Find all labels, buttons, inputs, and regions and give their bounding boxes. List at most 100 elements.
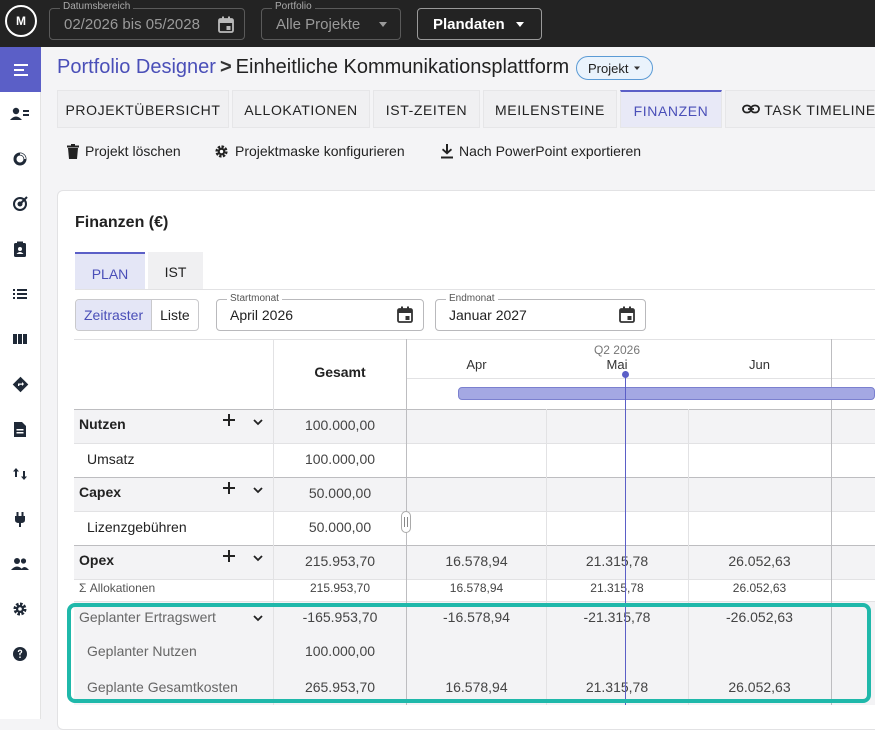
sidebar bbox=[0, 47, 41, 719]
header-total: Gesamt bbox=[314, 364, 366, 380]
tab-allokationen[interactable]: ALLOKATIONEN bbox=[232, 90, 370, 128]
view-zeitraster-button[interactable]: Zeitraster bbox=[76, 300, 153, 330]
tab-finanzen[interactable]: FINANZEN bbox=[620, 90, 722, 128]
plan-data-button[interactable]: Plandaten bbox=[417, 8, 542, 40]
cell-opex-mai[interactable]: 21.315,78 bbox=[546, 553, 688, 569]
calendar-icon bbox=[619, 306, 635, 326]
add-icon[interactable] bbox=[222, 481, 236, 498]
row-total-umsatz: 100.000,00 bbox=[304, 451, 376, 467]
subtab-ist[interactable]: IST bbox=[148, 252, 203, 290]
timeline-bar[interactable] bbox=[458, 387, 875, 400]
chevron-down-icon[interactable] bbox=[252, 415, 264, 431]
project-type-badge[interactable]: Projekt bbox=[576, 56, 654, 80]
sidebar-item-menu[interactable] bbox=[0, 47, 41, 92]
sidebar-item-team[interactable] bbox=[10, 554, 30, 574]
tab-task-timeline[interactable]: TASK TIMELINE bbox=[725, 90, 875, 128]
user-list-icon bbox=[10, 107, 29, 120]
row-label-capex: Capex bbox=[79, 484, 122, 500]
row-total-capex: 50.000,00 bbox=[308, 485, 372, 501]
columns-icon bbox=[13, 334, 27, 344]
chevron-down-icon[interactable] bbox=[252, 483, 264, 499]
sidebar-item-documents[interactable] bbox=[10, 419, 30, 439]
sidebar-item-roadmap[interactable] bbox=[10, 374, 30, 394]
row-total-opex: 215.953,70 bbox=[304, 553, 376, 569]
tab-task-timeline-label: TASK TIMELINE bbox=[764, 102, 875, 118]
portfolio-label: Portfolio bbox=[272, 1, 315, 13]
subtab-plan[interactable]: PLAN bbox=[75, 252, 145, 290]
portfolio-select[interactable]: Portfolio Alle Projekte bbox=[261, 1, 401, 40]
grid-line bbox=[74, 443, 875, 444]
caret-down-icon bbox=[632, 61, 642, 76]
plug-icon bbox=[15, 511, 25, 527]
configure-mask-button[interactable]: Projektmaske konfigurieren bbox=[214, 143, 405, 159]
calendar-icon bbox=[218, 16, 234, 37]
row-label-allokationen: Σ Allokationen bbox=[79, 581, 156, 595]
sidebar-item-integrations[interactable] bbox=[10, 509, 30, 529]
end-month-label: Endmonat bbox=[446, 293, 498, 305]
delete-project-button[interactable]: Projekt löschen bbox=[67, 143, 181, 159]
highlight-frame bbox=[67, 603, 871, 703]
row-label-lizenzgebuehren: Lizenzgebühren bbox=[87, 519, 187, 535]
subtab-divider bbox=[75, 289, 875, 290]
cell-allokationen-mai: 21.315,78 bbox=[590, 581, 644, 595]
gear-icon bbox=[215, 144, 228, 158]
cell-opex-apr[interactable]: 16.578,94 bbox=[407, 553, 546, 569]
cell-opex-jun[interactable]: 26.052,63 bbox=[688, 553, 831, 569]
gear-icon bbox=[13, 602, 27, 616]
end-month-value: Januar 2027 bbox=[449, 307, 527, 323]
sidebar-item-goals[interactable] bbox=[10, 194, 30, 214]
row-total-allokationen: 215.953,70 bbox=[309, 581, 371, 595]
export-powerpoint-button[interactable]: Nach PowerPoint exportieren bbox=[441, 143, 641, 159]
start-month-label: Startmonat bbox=[227, 293, 282, 305]
plan-data-label: Plandaten bbox=[433, 16, 505, 33]
end-month-field[interactable]: Endmonat Januar 2027 bbox=[435, 293, 646, 331]
app-logo[interactable]: M bbox=[5, 5, 37, 37]
export-powerpoint-label: Nach PowerPoint exportieren bbox=[459, 143, 642, 159]
add-icon[interactable] bbox=[222, 413, 236, 430]
project-type-label: Projekt bbox=[588, 61, 629, 76]
chevron-down-icon[interactable] bbox=[252, 551, 264, 567]
header-month-jun: Jun bbox=[749, 357, 770, 372]
row-total-nutzen: 100.000,00 bbox=[304, 417, 376, 433]
sidebar-item-assignments[interactable] bbox=[10, 239, 30, 259]
grid-line bbox=[74, 409, 875, 410]
sidebar-item-list[interactable] bbox=[10, 284, 30, 304]
caret-down-icon bbox=[513, 16, 527, 36]
help-icon bbox=[13, 647, 27, 661]
sidebar-item-help[interactable] bbox=[10, 644, 30, 664]
sidebar-item-settings[interactable] bbox=[10, 599, 30, 619]
date-range-value: 02/2026 bis 05/2028 bbox=[64, 16, 200, 33]
column-resize-handle[interactable] bbox=[401, 511, 411, 533]
grid-line bbox=[407, 378, 875, 379]
row-bg-capex bbox=[74, 477, 875, 511]
date-range-field[interactable]: Datumsbereich 02/2026 bis 05/2028 bbox=[49, 1, 245, 40]
view-liste-button[interactable]: Liste bbox=[152, 300, 198, 330]
row-label-nutzen: Nutzen bbox=[79, 416, 126, 432]
date-range-label: Datumsbereich bbox=[60, 1, 134, 13]
grid-line bbox=[74, 579, 875, 580]
target-icon bbox=[13, 196, 28, 211]
document-icon bbox=[14, 421, 26, 437]
swap-vertical-icon bbox=[13, 468, 27, 480]
clipboard-user-icon bbox=[14, 241, 26, 257]
start-month-value: April 2026 bbox=[230, 307, 294, 323]
row-total-lizenzgebuehren: 50.000,00 bbox=[308, 519, 372, 535]
list-icon bbox=[13, 289, 27, 299]
top-bar: M Datumsbereich 02/2026 bis 05/2028 Port… bbox=[0, 0, 875, 47]
breadcrumb-portfolio-designer[interactable]: Portfolio Designer bbox=[57, 56, 216, 78]
tab-projektuebersicht[interactable]: PROJEKTÜBERSICHT bbox=[57, 90, 229, 128]
add-icon[interactable] bbox=[222, 549, 236, 566]
tab-meilensteine[interactable]: MEILENSTEINE bbox=[483, 90, 617, 128]
tab-ist-zeiten[interactable]: IST-ZEITEN bbox=[373, 90, 480, 128]
sidebar-item-board[interactable] bbox=[10, 329, 30, 349]
grid-line bbox=[74, 339, 875, 340]
sidebar-item-users[interactable] bbox=[10, 104, 30, 124]
grid-line bbox=[74, 511, 875, 512]
grid-line bbox=[74, 545, 875, 546]
sidebar-item-transfer[interactable] bbox=[10, 464, 30, 484]
start-month-field[interactable]: Startmonat April 2026 bbox=[216, 293, 424, 331]
grid-line bbox=[74, 477, 875, 478]
header-month-mai: Mai bbox=[606, 357, 628, 372]
configure-mask-label: Projektmaske konfigurieren bbox=[235, 143, 405, 159]
sidebar-item-dashboard[interactable] bbox=[10, 149, 30, 169]
